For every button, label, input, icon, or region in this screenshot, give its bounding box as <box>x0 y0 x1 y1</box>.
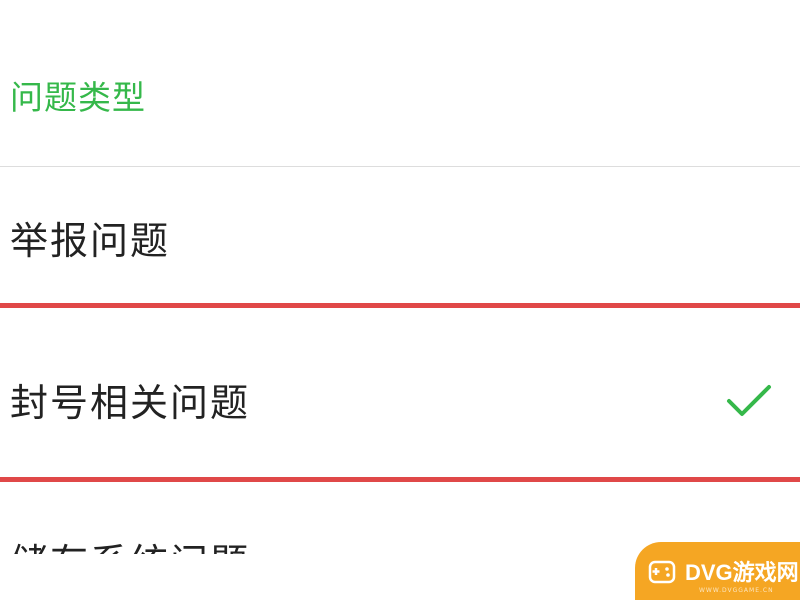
option-label: 举报问题 <box>10 219 171 263</box>
gamepad-icon <box>648 560 676 584</box>
option-ban-issue[interactable]: 封号相关问题 <box>0 310 800 440</box>
highlight-bottom-border <box>0 477 800 482</box>
section-title: 问题类型 <box>10 78 146 117</box>
divider <box>0 166 800 167</box>
highlight-top-border <box>0 303 800 308</box>
check-icon <box>727 385 771 416</box>
option-label: 封号相关问题 <box>10 381 251 425</box>
option-label: 储存系统问题 <box>10 540 250 554</box>
feedback-screen: 问题类型 举报问题 封号相关问题 储存系统问题 DVG游戏网 WWW.DVGGA… <box>0 0 800 600</box>
watermark: DVG游戏网 WWW.DVGGAME.CN <box>635 542 800 600</box>
option-report-issue[interactable]: 举报问题 <box>0 170 800 300</box>
watermark-text: DVG游戏网 <box>685 560 799 585</box>
section-header: 问题类型 <box>0 70 800 130</box>
watermark-subtext: WWW.DVGGAME.CN <box>699 587 774 594</box>
